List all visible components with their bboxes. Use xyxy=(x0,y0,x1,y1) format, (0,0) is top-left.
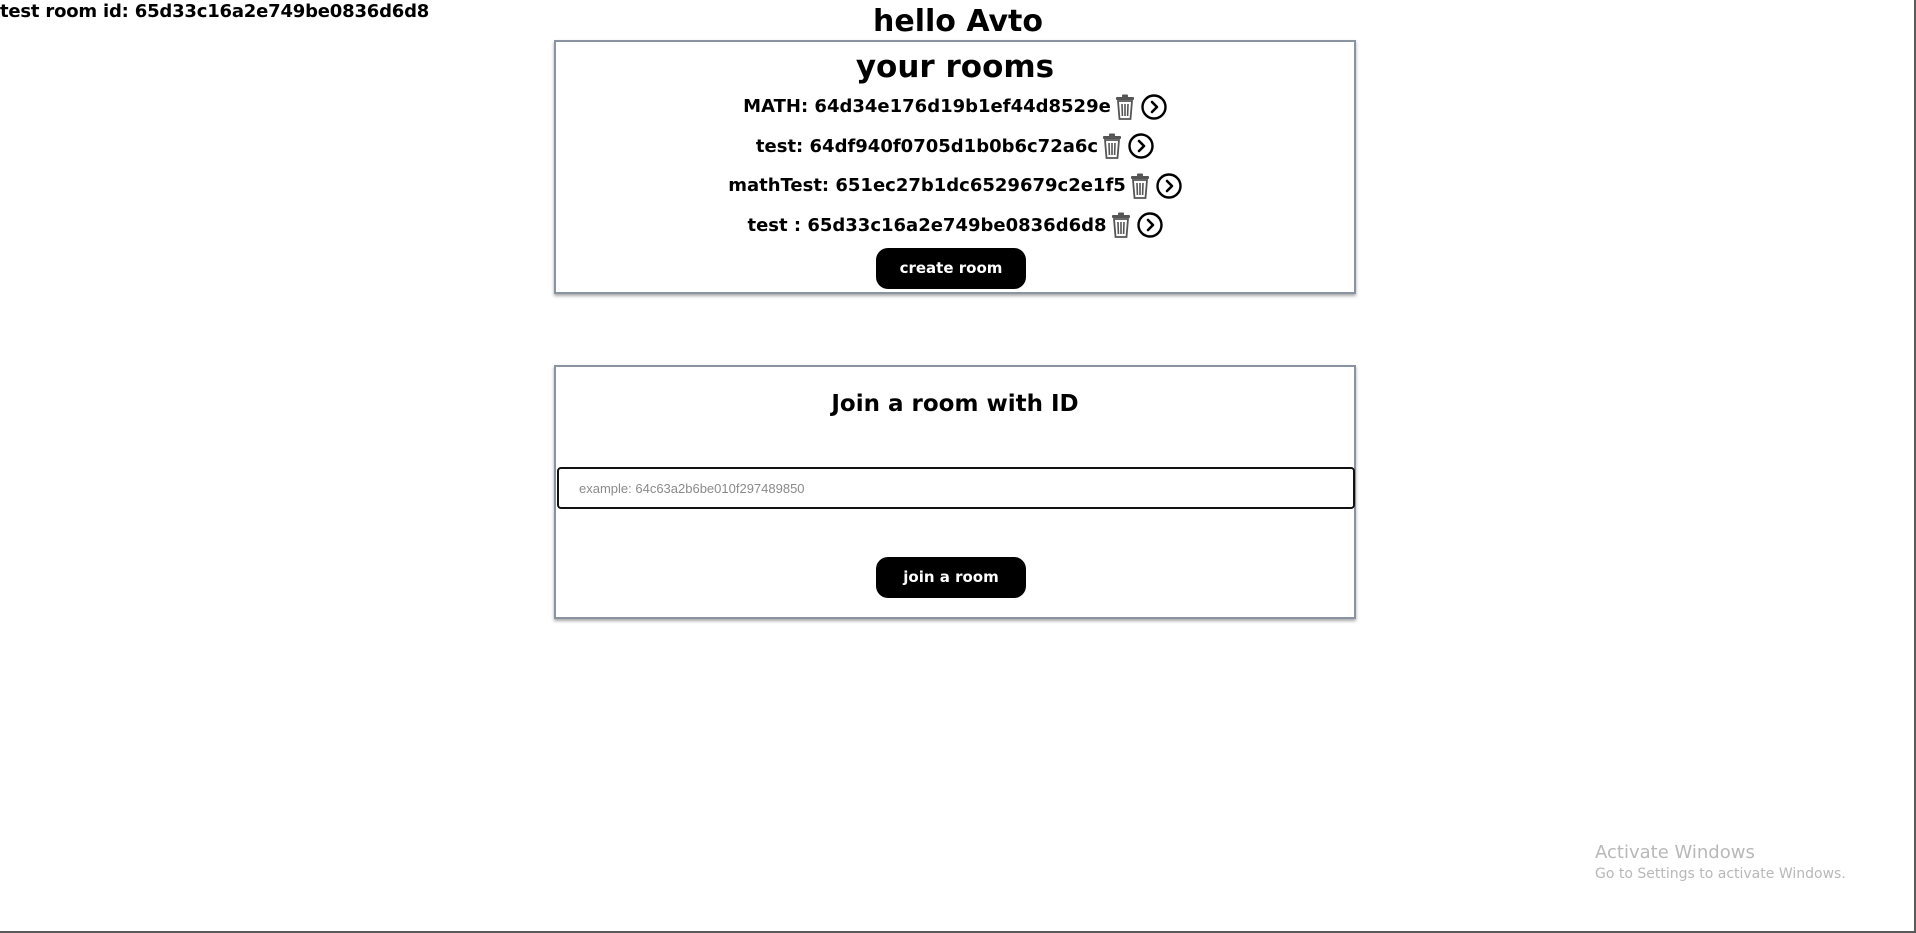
join-room-button-wrap: join a room xyxy=(548,557,1354,598)
trash-icon[interactable] xyxy=(1130,173,1150,199)
room-item-label: test : 65d33c16a2e749be0836d6d8 xyxy=(747,214,1107,236)
activate-windows-watermark: Activate Windows Go to Settings to activ… xyxy=(1595,842,1846,884)
join-room-title: Join a room with ID xyxy=(831,391,1079,417)
join-room-panel: Join a room with ID join a room xyxy=(554,365,1356,619)
create-room-button[interactable]: create room xyxy=(876,248,1026,289)
room-id-input[interactable] xyxy=(557,467,1355,509)
chevron-right-circle-icon[interactable] xyxy=(1141,94,1167,120)
trash-icon[interactable] xyxy=(1102,133,1122,160)
join-room-button[interactable]: join a room xyxy=(876,557,1026,598)
room-item: MATH: 64d34e176d19b1ef44d8529e xyxy=(556,87,1354,127)
greeting-heading: hello Avto xyxy=(873,4,1043,39)
room-item-label: mathTest: 651ec27b1dc6529679c2e1f5 xyxy=(728,175,1126,197)
trash-icon[interactable] xyxy=(1111,212,1131,239)
chevron-right-circle-icon[interactable] xyxy=(1128,133,1154,159)
room-item-label: MATH: 64d34e176d19b1ef44d8529e xyxy=(743,96,1111,118)
watermark-title: Activate Windows xyxy=(1595,842,1755,863)
chevron-right-circle-icon[interactable] xyxy=(1156,173,1182,199)
trash-icon[interactable] xyxy=(1115,94,1135,120)
room-item: mathTest: 651ec27b1dc6529679c2e1f5 xyxy=(556,166,1354,206)
your-rooms-title: your rooms xyxy=(855,49,1055,85)
watermark-subtitle: Go to Settings to activate Windows. xyxy=(1595,866,1846,882)
chevron-right-circle-icon[interactable] xyxy=(1136,212,1163,238)
page: test room id: 65d33c16a2e749be0836d6d8 h… xyxy=(0,0,1916,933)
room-item: test : 65d33c16a2e749be0836d6d8 xyxy=(556,206,1354,246)
room-list: MATH: 64d34e176d19b1ef44d8529e test: 64d… xyxy=(556,87,1354,245)
room-item: test: 64df940f0705d1b0b6c72a6c xyxy=(556,127,1354,167)
room-item-label: test: 64df940f0705d1b0b6c72a6c xyxy=(755,135,1099,157)
your-rooms-panel: your rooms MATH: 64d34e176d19b1ef44d8529… xyxy=(554,40,1356,294)
create-room-button-wrap: create room xyxy=(548,248,1354,289)
